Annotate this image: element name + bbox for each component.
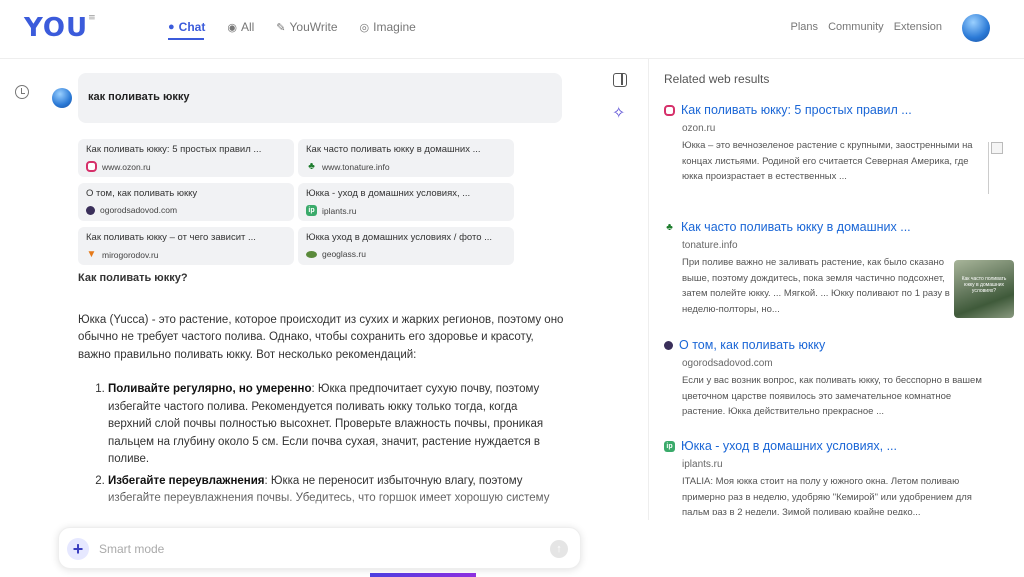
source-card[interactable]: Юкка - уход в домашних условиях, ... ip i… — [298, 183, 514, 221]
source-domain: mirogorodov.ru — [102, 249, 159, 260]
answer-intro: Юкка (Yucca) - это растение, которое про… — [78, 313, 564, 361]
you-logo[interactable]: YOU≡ — [24, 13, 97, 43]
panel-divider — [648, 58, 649, 520]
thumbnail-caption: Как часто поливать юкку в домашних услов… — [961, 276, 1007, 294]
right-nav: Plans Community Extension — [791, 21, 942, 33]
tab-youwrite[interactable]: ✎ YouWrite — [276, 20, 337, 34]
result-snippet: ITALIA: Моя юкка стоит на полу у южного … — [682, 476, 972, 515]
related-title: Related web results — [664, 72, 770, 86]
related-result: ip Юкка - уход в домашних условиях, ... … — [664, 439, 1004, 515]
result-title-link[interactable]: Как поливать юкку: 5 простых правил ... — [681, 103, 912, 117]
source-domain: geoglass.ru — [322, 249, 366, 259]
source-card[interactable]: О том, как поливать юкку ogorodsadovod.c… — [78, 183, 294, 221]
tab-all[interactable]: ◉ All — [227, 20, 254, 34]
ogorod-icon — [86, 205, 95, 215]
source-title: Юкка уход в домашних условиях / фото ... — [306, 232, 493, 243]
globe-icon: ◉ — [227, 21, 237, 34]
related-result: О том, как поливать юкку ogorodsadovod.c… — [664, 338, 1004, 420]
source-domain: iplants.ru — [322, 205, 357, 216]
header-divider — [0, 58, 1024, 59]
user-avatar[interactable] — [962, 14, 990, 42]
list-item: Поливайте регулярно, но умеренно: Юкка п… — [108, 381, 564, 469]
result-snippet: При поливе важно не заливать растение, к… — [682, 257, 950, 315]
query-bubble: как поливать юкку — [78, 73, 562, 123]
extension-link[interactable]: Extension — [894, 21, 942, 33]
answer-fade — [60, 488, 570, 528]
source-domain: ogorodsadovod.com — [100, 205, 178, 215]
active-tab-underline — [168, 38, 204, 40]
source-domain: www.ozon.ru — [102, 161, 151, 172]
broken-image-icon — [988, 142, 1004, 194]
plans-link[interactable]: Plans — [791, 21, 819, 33]
related-result: ♣ Как часто поливать юкку в домашних ...… — [664, 220, 1004, 317]
sidebar-toggle-icon[interactable] — [613, 73, 627, 87]
source-card[interactable]: Как поливать юкку – от чего зависит ... … — [78, 227, 294, 265]
result-snippet: Юкка – это вечнозеленое растение с крупн… — [682, 140, 973, 182]
send-button[interactable]: ↑ — [550, 540, 568, 558]
add-button[interactable]: + — [67, 538, 89, 560]
chat-input[interactable] — [99, 539, 529, 559]
source-domain: www.tonature.info — [322, 161, 390, 172]
source-card[interactable]: Юкка уход в домашних условиях / фото ...… — [298, 227, 514, 265]
answer-heading: Как поливать юкку? — [78, 272, 188, 284]
related-result: Как поливать юкку: 5 простых правил ... … — [664, 103, 1004, 185]
result-snippet: Если у вас возник вопрос, как поливать ю… — [682, 375, 982, 417]
source-title: О том, как поливать юкку — [86, 188, 198, 199]
result-title-link[interactable]: О том, как поливать юкку — [679, 338, 825, 352]
iplants-icon: ip — [306, 205, 317, 216]
source-card[interactable]: Как поливать юкку: 5 простых правил ... … — [78, 139, 294, 177]
main-nav: ● Chat ◉ All ✎ YouWrite ◎ Imagine — [168, 20, 416, 34]
bottom-banner-strip — [370, 573, 476, 577]
result-domain: iplants.ru — [682, 459, 723, 470]
tab-chat-label: Chat — [178, 20, 206, 34]
clover-icon: ♣ — [666, 221, 673, 233]
clover-icon: ♣ — [308, 161, 315, 172]
source-title: Юкка - уход в домашних условиях, ... — [306, 188, 471, 199]
tab-youwrite-label: YouWrite — [289, 20, 338, 34]
iplants-icon: ip — [664, 440, 675, 452]
carrot-icon: ▼ — [86, 249, 97, 260]
result-title-link[interactable]: Юкка - уход в домашних условиях, ... — [681, 439, 897, 453]
chat-icon: ● — [168, 21, 175, 33]
query-avatar — [52, 88, 72, 108]
ogorod-icon — [664, 340, 673, 350]
geoglass-icon — [306, 250, 317, 258]
source-title: Как часто поливать юкку в домашних ... — [306, 144, 481, 155]
top-bar: YOU≡ ● Chat ◉ All ✎ YouWrite ◎ Imagine P… — [0, 0, 1024, 58]
community-link[interactable]: Community — [828, 21, 884, 33]
source-card[interactable]: Как часто поливать юкку в домашних ... ♣… — [298, 139, 514, 177]
source-title: Как поливать юкку – от чего зависит ... — [86, 232, 256, 243]
camera-icon: ◎ — [359, 21, 370, 34]
tab-imagine-label: Imagine — [373, 20, 416, 34]
tab-all-label: All — [240, 20, 255, 34]
list-item-bold: Поливайте регулярно, но умеренно — [108, 383, 312, 395]
ozon-icon — [86, 161, 97, 172]
answer-body: Как поливать юкку? Юкка (Yucca) - это ра… — [78, 270, 564, 512]
tab-imagine[interactable]: ◎ Imagine — [360, 20, 416, 34]
result-title-link[interactable]: Как часто поливать юкку в домашних ... — [681, 220, 911, 234]
tab-chat[interactable]: ● Chat — [168, 20, 205, 34]
history-icon[interactable] — [15, 85, 29, 99]
result-thumbnail[interactable]: Как часто поливать юкку в домашних услов… — [954, 260, 1014, 318]
sparkle-icon[interactable]: ✧ — [612, 103, 625, 123]
ozon-icon — [664, 104, 675, 116]
result-domain: tonature.info — [682, 240, 738, 251]
source-title: Как поливать юкку: 5 простых правил ... — [86, 144, 262, 155]
result-domain: ogorodsadovod.com — [682, 358, 773, 369]
list-item-text: : Юкка предпочитает сухую почву, поэтому… — [108, 383, 544, 465]
pen-icon: ✎ — [276, 21, 286, 34]
chat-input-bar: + ↑ — [58, 527, 581, 569]
result-domain: ozon.ru — [682, 123, 716, 134]
list-item-bold: Избегайте переувлажнения — [108, 474, 265, 487]
